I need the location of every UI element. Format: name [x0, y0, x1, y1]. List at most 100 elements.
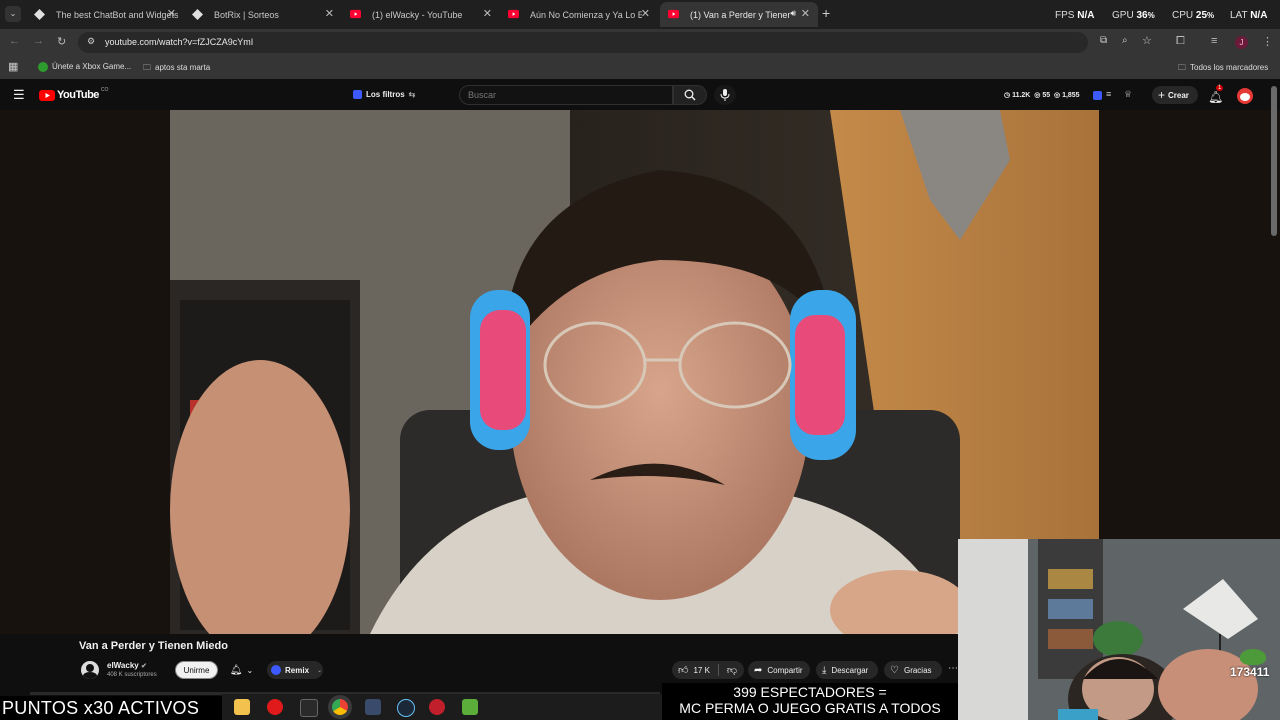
thumbs-up-icon: 👍︎ — [678, 665, 689, 676]
tab-title: Aún No Comienza y Ya Lo Están — [530, 9, 642, 20]
download-button[interactable]: ⤓ Descargar — [816, 661, 878, 679]
menu-kebab-icon[interactable]: ⋮ — [1262, 35, 1273, 48]
league-icon[interactable] — [300, 699, 318, 717]
tab-elwacky[interactable]: (1) elWacky - YouTube ✕ — [342, 2, 500, 27]
minecraft-icon[interactable] — [462, 699, 478, 715]
youtube-masthead: ☰ YouTube CO Los filtros ⇆ Buscar ◷ 11.2… — [0, 81, 1280, 110]
folder-icon: 🗀︎ — [143, 63, 151, 72]
notification-bell-button[interactable]: 🔔︎ ⌄ — [223, 661, 260, 679]
extensions-icon[interactable]: ⧠ — [1176, 35, 1185, 48]
apps-grid-icon[interactable]: ▦ — [8, 60, 18, 73]
tab-title: (1) elWacky - YouTube — [372, 9, 463, 20]
calculator-icon[interactable] — [365, 699, 381, 715]
subscriber-count: 408 K suscriptores — [107, 672, 157, 678]
chrome-icon[interactable] — [332, 699, 348, 715]
chevron-down-icon: ⌄ — [317, 667, 323, 674]
download-icon: ⤓ — [822, 664, 827, 676]
youtube-logo[interactable]: YouTube CO — [39, 87, 108, 101]
tab-aun-no-comienza[interactable]: Aún No Comienza y Ya Lo Están ✕ — [500, 2, 658, 27]
tab-search-button[interactable]: ⌄ — [5, 6, 21, 22]
opera-icon[interactable] — [267, 699, 283, 715]
tab-title: (1) Van a Perder y Tienen M — [690, 9, 790, 20]
notifications-button[interactable]: 🔔︎ 1 — [1208, 85, 1224, 106]
tab-close-icon[interactable]: ✕ — [167, 7, 176, 20]
create-button[interactable]: + Crear — [1152, 86, 1198, 104]
search-button[interactable] — [673, 85, 707, 105]
share-icon: ➦ — [754, 664, 763, 676]
voice-search-button[interactable] — [714, 85, 736, 105]
filter-icon — [353, 90, 362, 99]
thumbs-down-icon: 👎︎ — [726, 665, 738, 676]
lat-readout: LAT N/A — [1230, 10, 1267, 21]
tab-van-a-perder[interactable]: (1) Van a Perder y Tienen M 🔊︎ ✕ — [660, 2, 818, 27]
page-scrollbar[interactable] — [1271, 86, 1277, 236]
bookmark-folder-aptos[interactable]: 🗀︎ aptos sta marta — [143, 62, 210, 76]
bell-icon: 🔔︎ — [229, 664, 243, 676]
thanks-button[interactable]: ♡ Gracias — [884, 661, 942, 679]
cpu-unit: % — [1207, 11, 1215, 20]
install-app-icon[interactable]: ⧉ — [1100, 35, 1107, 46]
like-button[interactable]: 👍︎ 17 K — [678, 664, 710, 676]
more-actions-icon[interactable]: ⋯ — [948, 663, 958, 674]
bookmark-label: Únete a Xbox Game... — [52, 62, 132, 72]
channel-avatar[interactable] — [81, 661, 99, 679]
speaker-icon[interactable]: 🔊︎ — [790, 8, 796, 19]
search-input[interactable]: Buscar — [459, 85, 673, 105]
reload-icon[interactable]: ↻ — [57, 35, 66, 48]
verified-icon: ✔︎ — [140, 663, 147, 670]
like-dislike-group: 👍︎ 17 K 👎︎ — [672, 661, 744, 679]
trophy-icon[interactable]: ♕ — [1124, 89, 1132, 100]
tab-close-icon[interactable]: ✕ — [483, 7, 492, 20]
list-icon[interactable]: ≡ — [1106, 89, 1111, 99]
new-tab-button[interactable]: + — [822, 5, 830, 21]
remix-button[interactable]: Remix ⌄ — [267, 661, 323, 679]
tab-close-icon[interactable]: ✕ — [325, 7, 334, 20]
bookmarks-bar: ▦ Únete a Xbox Game... 🗀︎ aptos sta marta… — [0, 55, 1280, 79]
bookmark-xbox[interactable]: Únete a Xbox Game... — [38, 62, 131, 72]
browser-toolbar: ← → ↻ ⚙︎ youtube.com/watch?v=fZJCZA9cYmI… — [0, 29, 1280, 55]
channel-name[interactable]: elWacky ✔︎ — [107, 661, 147, 670]
botrix-favicon-icon — [34, 9, 45, 20]
bell-icon: 🔔︎ — [1208, 90, 1224, 104]
tab-close-icon[interactable]: ✕ — [641, 7, 650, 20]
clock-icon: ◷ — [1004, 92, 1011, 99]
share-label: Compartir — [767, 665, 803, 675]
search-icon — [684, 89, 696, 101]
filter-chip[interactable]: Los filtros ⇆ — [353, 90, 415, 99]
streamer-webcam: 173411 — [958, 539, 1280, 720]
thanks-icon: ♡ — [890, 664, 899, 676]
join-button[interactable]: Unirme — [175, 661, 218, 679]
game-launcher-icon[interactable] — [429, 699, 445, 715]
steam-icon[interactable] — [397, 699, 415, 717]
avatar[interactable] — [1237, 88, 1253, 104]
people-icon: ◎ — [1054, 92, 1061, 99]
plus-icon: + — [1158, 88, 1166, 102]
pepe-emote-icon — [1240, 649, 1266, 665]
gpu-readout: GPU 36% — [1112, 10, 1155, 21]
tab-botrix[interactable]: BotRix | Sorteos ✕ — [184, 2, 342, 27]
file-explorer-icon[interactable] — [234, 699, 250, 715]
extension-badge-icon[interactable] — [1093, 91, 1102, 100]
profile-avatar[interactable]: J — [1235, 36, 1248, 49]
dislike-button[interactable]: 👎︎ — [727, 664, 737, 676]
back-icon[interactable]: ← — [9, 35, 20, 47]
bookmark-star-icon[interactable]: ☆ — [1142, 34, 1152, 47]
zoom-icon[interactable]: ⌕ — [1122, 35, 1128, 46]
youtube-logo-text: YouTube — [57, 89, 99, 101]
forward-icon[interactable]: → — [33, 35, 44, 47]
tab-title: BotRix | Sorteos — [214, 9, 279, 20]
site-info-icon[interactable]: ⚙︎ — [87, 36, 95, 47]
reading-list-icon[interactable]: ≡ — [1211, 35, 1217, 47]
hamburger-menu-icon[interactable]: ☰ — [13, 87, 25, 103]
tab-chatbot[interactable]: The best ChatBot and Widgets ✕ — [26, 2, 184, 27]
youtube-play-logo-icon — [39, 89, 55, 101]
microphone-icon — [720, 89, 730, 101]
viewers-line-2: MC PERMA O JUEGO GRATIS A TODOS — [679, 700, 941, 716]
all-bookmarks[interactable]: 🗀︎ Todos los marcadores — [1178, 62, 1268, 76]
address-bar[interactable]: ⚙︎ youtube.com/watch?v=fZJCZA9cYmI ⧉ ⌕ ☆ — [78, 32, 1152, 53]
share-button[interactable]: ➦ Compartir — [748, 661, 810, 679]
tab-close-icon[interactable]: ✕ — [801, 7, 810, 20]
cpu-readout: CPU 25% — [1172, 10, 1214, 21]
create-label: Crear — [1168, 90, 1189, 100]
fps-label: FPS — [1055, 10, 1075, 21]
